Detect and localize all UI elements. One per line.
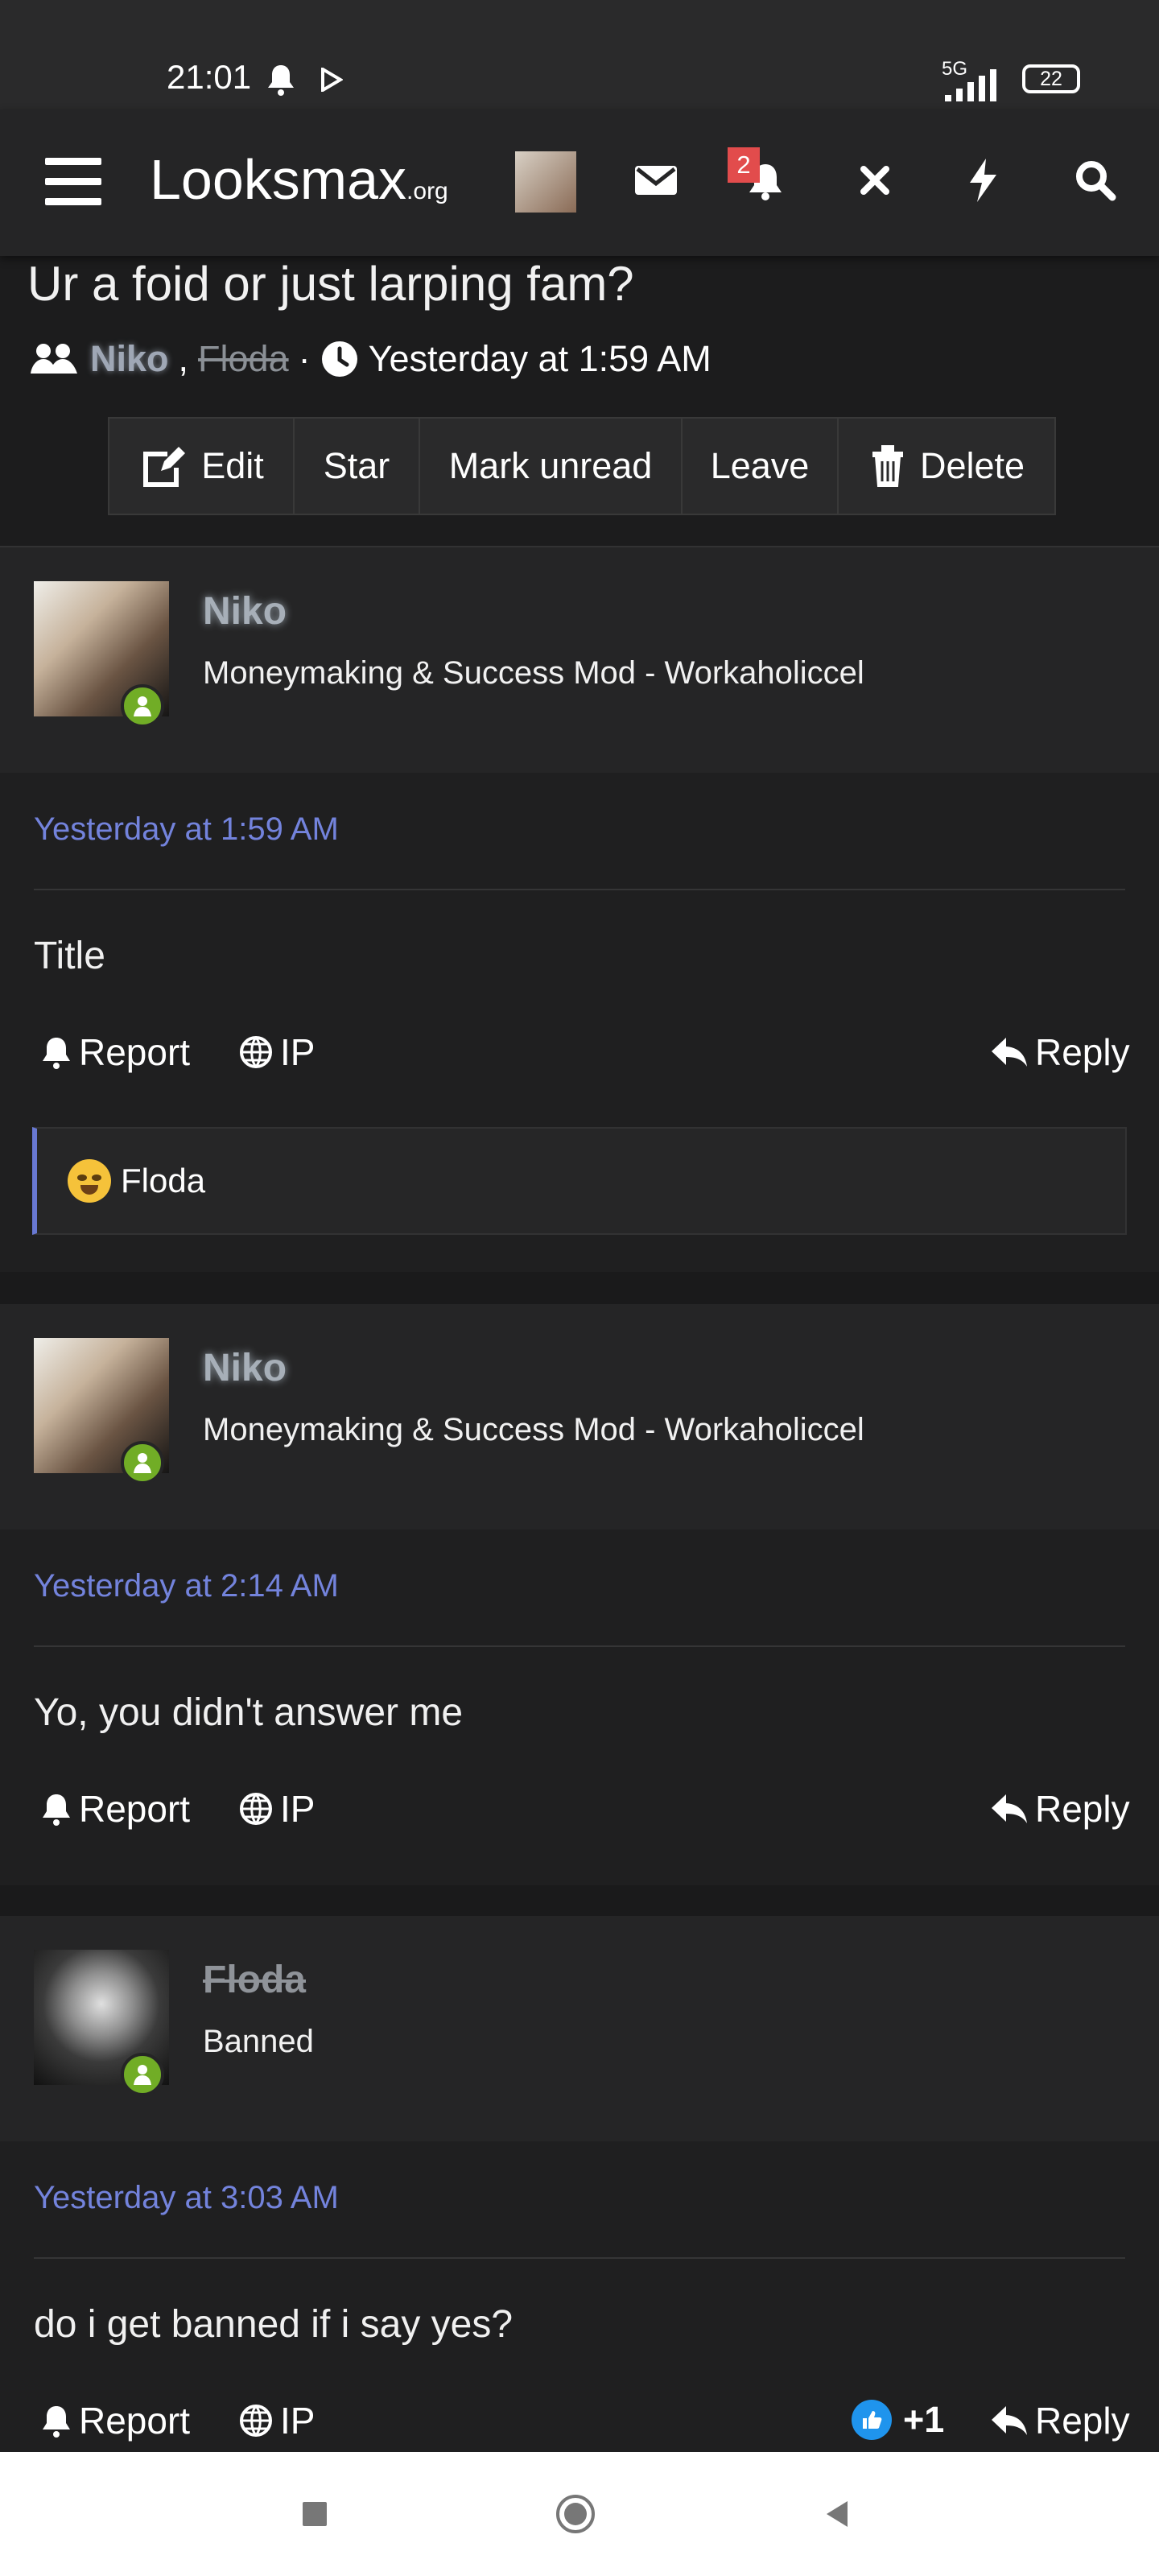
ip-button[interactable]: IP (238, 2399, 315, 2442)
back-icon[interactable] (809, 2486, 865, 2542)
bolt-icon[interactable] (956, 154, 1009, 207)
post-header (0, 1916, 1159, 2141)
notification-icon (266, 63, 296, 97)
participants-icon (31, 344, 77, 374)
post-message: Yo, you didn't answer me (34, 1691, 464, 1734)
search-icon[interactable] (1069, 154, 1122, 207)
report-button[interactable]: Report (40, 1030, 190, 1074)
home-icon[interactable] (547, 2486, 604, 2542)
thread-title: Ur a foid or just larping fam? (27, 257, 634, 311)
quote-author[interactable]: Floda (121, 1162, 205, 1200)
ip-button[interactable]: IP (238, 1030, 315, 1074)
participant-floda[interactable]: Floda (198, 338, 289, 380)
edit-icon (143, 447, 186, 487)
post-user-role: Moneymaking & Success Mod - Workaholicce… (203, 1412, 864, 1447)
battery-icon: 22 (1022, 64, 1080, 93)
meta-separator: · (298, 338, 311, 379)
reply-label: Reply (1035, 1788, 1130, 1830)
bell-icon (43, 1038, 70, 1069)
logo-main: Looksmax (150, 148, 407, 211)
post-separator (0, 1885, 1159, 1916)
report-label: Report (79, 2400, 191, 2442)
reply-label: Reply (1035, 1031, 1130, 1073)
post-divider (34, 889, 1125, 890)
site-logo[interactable]: Looksmax.org (150, 147, 448, 212)
close-icon[interactable] (848, 154, 901, 207)
quote-block: Floda (32, 1127, 1127, 1235)
post-message: do i get banned if i say yes? (34, 2303, 514, 2346)
clock-icon (321, 341, 357, 377)
post-separator (0, 1272, 1159, 1304)
trash-icon (872, 445, 903, 487)
thread-meta: Niko, Floda · Yesterday at 1:59 AM (27, 335, 711, 383)
post-time-link[interactable]: Yesterday at 2:14 AM (34, 1568, 339, 1604)
delete-label: Delete (919, 445, 1025, 486)
crying-laughing-icon (68, 1159, 111, 1203)
reply-icon (992, 2406, 1027, 2435)
reply-label: Reply (1035, 2400, 1130, 2442)
logo-suffix: .org (406, 178, 448, 204)
leave-label: Leave (710, 445, 810, 486)
star-label: Star (323, 445, 390, 486)
reply-icon (992, 1038, 1027, 1067)
report-label: Report (79, 1788, 191, 1830)
reply-button[interactable]: Reply (990, 2399, 1130, 2442)
post-username[interactable]: Niko (203, 589, 287, 634)
ip-button[interactable]: IP (238, 1787, 315, 1831)
signal-icon (945, 69, 996, 101)
leave-button[interactable]: Leave (683, 419, 839, 514)
reply-button[interactable]: Reply (990, 1787, 1130, 1831)
post-time-link[interactable]: Yesterday at 1:59 AM (34, 811, 339, 848)
post-divider (34, 2257, 1125, 2259)
recent-apps-icon[interactable] (287, 2486, 343, 2542)
like-summary[interactable]: +1 (852, 2399, 944, 2441)
play-icon (320, 68, 343, 92)
globe-icon (240, 1793, 272, 1825)
post-divider (34, 1645, 1125, 1647)
mark-unread-label: Mark unread (448, 445, 653, 486)
ip-label: IP (280, 1788, 316, 1830)
post-time-link[interactable]: Yesterday at 3:03 AM (34, 2180, 339, 2216)
thread-actions: Edit Star Mark unread Leave Delete (108, 417, 1056, 515)
online-status-icon (121, 2053, 164, 2096)
bell-icon (43, 2406, 70, 2438)
online-status-icon (121, 684, 164, 728)
like-count: +1 (903, 2399, 945, 2440)
bell-icon (43, 1794, 70, 1826)
post-username[interactable]: Niko (203, 1346, 287, 1390)
edit-button[interactable]: Edit (109, 419, 295, 514)
status-time: 21:01 (167, 58, 252, 96)
ip-label: IP (280, 1031, 316, 1073)
edit-label: Edit (201, 445, 264, 486)
notification-count-badge[interactable]: 2 (728, 147, 760, 183)
post-message: Title (34, 935, 105, 977)
header-avatar[interactable] (515, 151, 576, 213)
participant-niko[interactable]: Niko (90, 338, 169, 380)
thread-date: Yesterday at 1:59 AM (368, 338, 711, 379)
ip-label: IP (280, 2400, 316, 2442)
mark-unread-button[interactable]: Mark unread (420, 419, 683, 514)
battery-level: 22 (1040, 67, 1062, 90)
globe-icon (240, 2405, 272, 2437)
globe-icon (240, 1036, 272, 1068)
participant-separator: , (178, 338, 189, 379)
mail-icon[interactable] (629, 154, 683, 207)
post-username[interactable]: Floda (203, 1958, 306, 2002)
report-button[interactable]: Report (40, 1787, 190, 1831)
report-button[interactable]: Report (40, 2399, 190, 2442)
menu-icon[interactable] (45, 158, 101, 206)
reply-icon (992, 1794, 1027, 1823)
star-button[interactable]: Star (295, 419, 420, 514)
reply-button[interactable]: Reply (990, 1030, 1130, 1074)
online-status-icon (121, 1441, 164, 1484)
report-label: Report (79, 1031, 191, 1073)
post-user-role: Moneymaking & Success Mod - Workaholicce… (203, 655, 864, 691)
like-icon (852, 2400, 892, 2440)
delete-button[interactable]: Delete (839, 419, 1054, 514)
post-user-role: Banned (203, 2024, 314, 2059)
